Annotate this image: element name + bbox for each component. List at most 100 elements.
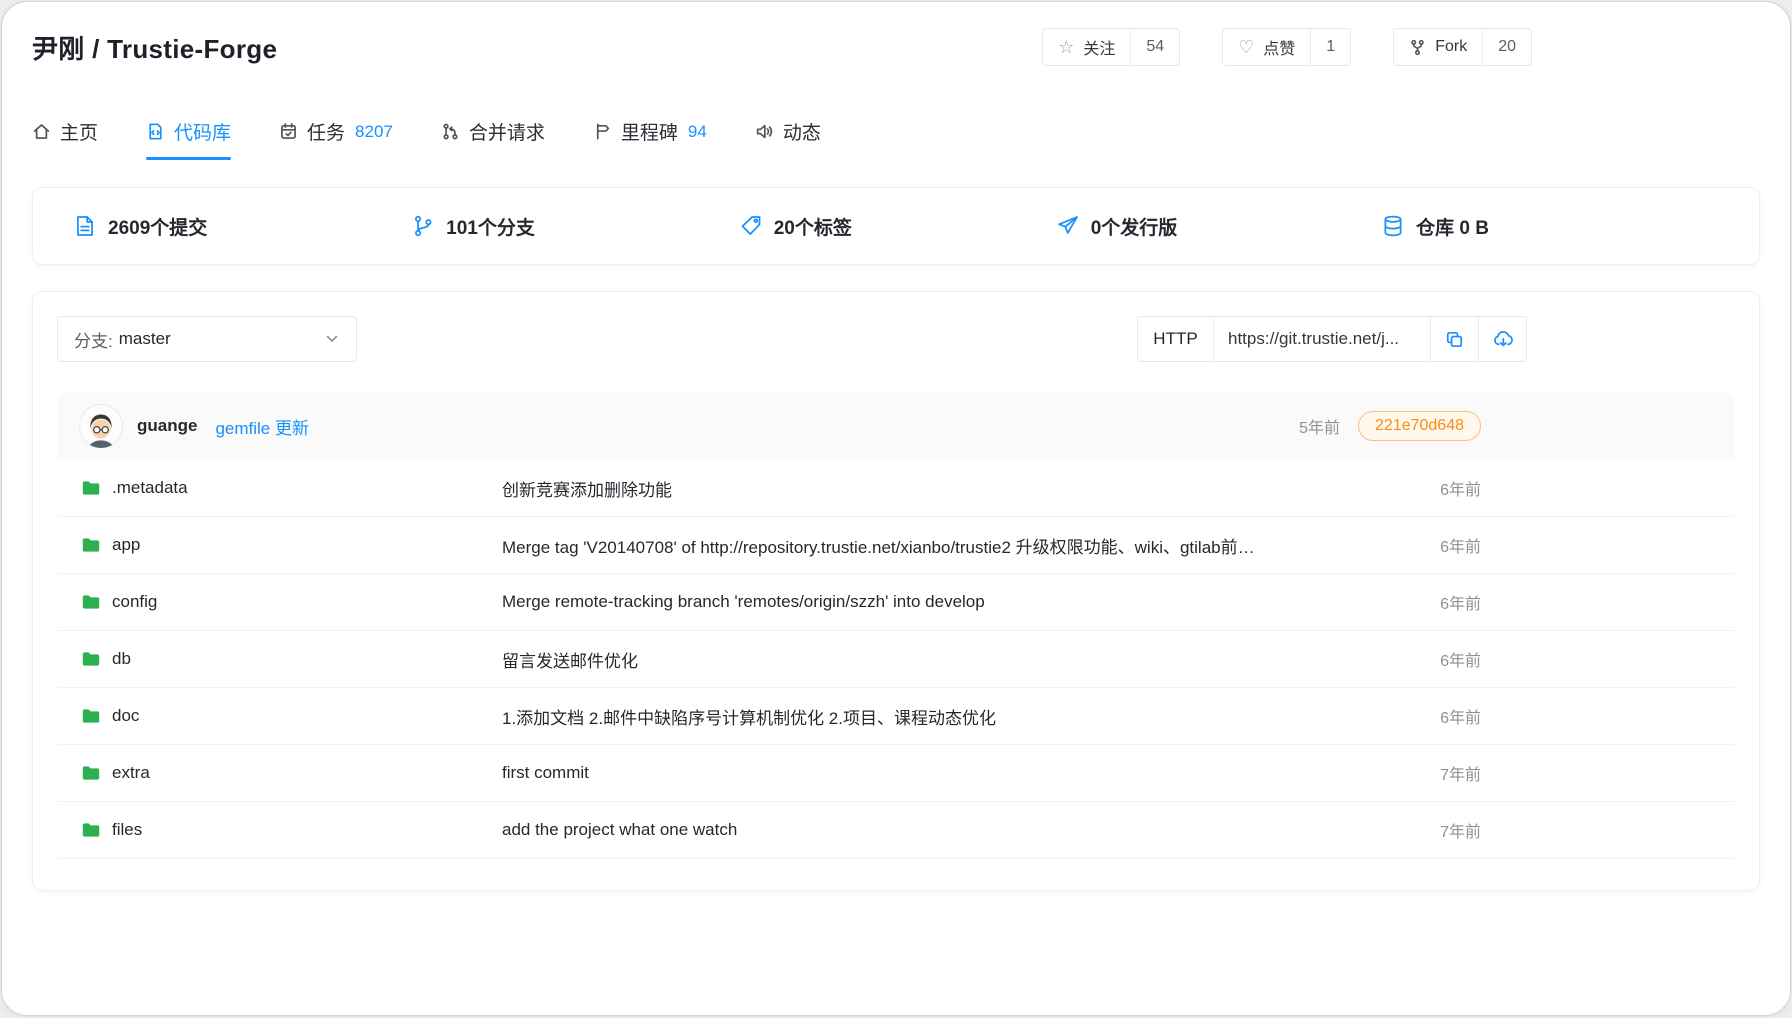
tab-tasks[interactable]: 任务 8207 <box>279 118 393 160</box>
download-button[interactable] <box>1478 317 1526 361</box>
tab-merge-requests[interactable]: 合并请求 <box>441 118 545 160</box>
milestone-icon <box>593 122 612 141</box>
tab-milestones-label: 里程碑 <box>621 118 678 145</box>
repo-icon <box>146 122 165 141</box>
stat-storage-label: 仓库 0 B <box>1416 213 1489 240</box>
tab-home-label: 主页 <box>60 118 98 145</box>
file-name[interactable]: .metadata <box>112 478 188 498</box>
stat-tags[interactable]: 20个标签 <box>739 213 852 240</box>
file-commit-time: 6年前 <box>1401 533 1481 557</box>
file-commit-time: 6年前 <box>1401 476 1481 500</box>
repo-toolbar: 分支: master HTTP https://git.trustie.net/… <box>57 316 1735 362</box>
milestones-count-badge: 94 <box>688 122 707 142</box>
file-commit-message[interactable]: Merge remote-tracking branch 'remotes/or… <box>502 592 1401 612</box>
commit-time: 5年前 <box>1299 414 1340 438</box>
folder-icon <box>81 763 101 783</box>
table-row: doc 1.添加文档 2.邮件中缺陷序号计算机制优化 2.项目、课程动态优化 6… <box>57 688 1735 745</box>
clone-url-field[interactable]: https://git.trustie.net/j... <box>1214 317 1430 361</box>
tab-code[interactable]: 代码库 <box>146 118 231 160</box>
star-icon: ☆ <box>1058 38 1074 56</box>
tags-icon <box>739 214 763 238</box>
watch-button[interactable]: ☆ 关注 54 <box>1042 28 1180 66</box>
cloud-download-icon <box>1492 328 1514 350</box>
clone-protocol-select[interactable]: HTTP <box>1138 317 1214 361</box>
file-commit-time: 6年前 <box>1401 590 1481 614</box>
branches-icon <box>411 214 435 238</box>
file-name[interactable]: db <box>112 649 131 669</box>
commit-hash-badge[interactable]: 221e70d648 <box>1358 411 1481 441</box>
commit-message-link[interactable]: gemfile 更新 <box>215 414 309 439</box>
stat-commits[interactable]: 2609个提交 <box>73 213 207 240</box>
tab-home[interactable]: 主页 <box>32 118 98 160</box>
page-title: 尹刚 / Trustie-Forge <box>32 29 277 66</box>
stat-tags-label: 20个标签 <box>774 213 852 240</box>
folder-icon <box>81 592 101 612</box>
stat-commits-label: 2609个提交 <box>108 213 207 240</box>
stat-releases-label: 0个发行版 <box>1091 213 1178 240</box>
file-name[interactable]: doc <box>112 706 139 726</box>
avatar[interactable] <box>79 404 123 448</box>
stat-branches-label: 101个分支 <box>446 213 535 240</box>
copy-icon <box>1444 329 1465 350</box>
storage-icon <box>1381 214 1405 238</box>
heart-icon: ♡ <box>1238 38 1254 56</box>
table-row: files add the project what one watch 7年前 <box>57 802 1735 859</box>
branch-value: master <box>119 329 171 349</box>
activity-icon <box>755 122 774 141</box>
repo-stats-bar: 2609个提交 101个分支 20个标签 0个发行版 仓库 0 B <box>32 187 1760 265</box>
table-row: .metadata 创新竞赛添加删除功能 6年前 <box>57 460 1735 517</box>
table-row: app Merge tag 'V20140708' of http://repo… <box>57 517 1735 574</box>
watch-label: 关注 <box>1083 35 1115 59</box>
table-row: db 留言发送邮件优化 6年前 <box>57 631 1735 688</box>
tab-milestones[interactable]: 里程碑 94 <box>593 118 707 160</box>
branch-label: 分支: <box>74 327 113 352</box>
file-commit-message[interactable]: 留言发送邮件优化 <box>502 647 1401 672</box>
file-name[interactable]: files <box>112 820 142 840</box>
clone-url-group: HTTP https://git.trustie.net/j... <box>1137 316 1527 362</box>
tasks-count-badge: 8207 <box>355 122 393 142</box>
tab-activity-label: 动态 <box>783 118 821 145</box>
folder-icon <box>81 478 101 498</box>
tab-activity[interactable]: 动态 <box>755 118 821 160</box>
fork-count[interactable]: 20 <box>1482 29 1531 65</box>
stat-releases[interactable]: 0个发行版 <box>1056 213 1178 240</box>
tab-tasks-label: 任务 <box>307 118 345 145</box>
commit-author[interactable]: guange <box>137 416 197 436</box>
repo-header: 尹刚 / Trustie-Forge ☆ 关注 54 ♡ 点赞 1 <box>2 2 1790 66</box>
watch-count[interactable]: 54 <box>1130 29 1179 65</box>
table-row: config Merge remote-tracking branch 'rem… <box>57 574 1735 631</box>
tab-merge-requests-label: 合并请求 <box>469 118 545 145</box>
file-commit-time: 7年前 <box>1401 761 1481 785</box>
fork-button[interactable]: Fork 20 <box>1393 28 1532 66</box>
folder-icon <box>81 649 101 669</box>
commits-icon <box>73 214 97 238</box>
file-commit-message[interactable]: 创新竞赛添加删除功能 <box>502 476 1401 501</box>
like-button[interactable]: ♡ 点赞 1 <box>1222 28 1351 66</box>
chevron-down-icon <box>324 331 340 347</box>
fork-icon <box>1409 39 1426 56</box>
file-name[interactable]: config <box>112 592 157 612</box>
branch-selector[interactable]: 分支: master <box>57 316 357 362</box>
folder-icon <box>81 820 101 840</box>
copy-url-button[interactable] <box>1430 317 1478 361</box>
file-commit-message[interactable]: add the project what one watch <box>502 820 1401 840</box>
stat-storage[interactable]: 仓库 0 B <box>1381 213 1489 240</box>
file-commit-time: 6年前 <box>1401 704 1481 728</box>
file-commit-message[interactable]: first commit <box>502 763 1401 783</box>
app-window: 尹刚 / Trustie-Forge ☆ 关注 54 ♡ 点赞 1 <box>1 1 1791 1016</box>
table-row: extra first commit 7年前 <box>57 745 1735 802</box>
stat-branches[interactable]: 101个分支 <box>411 213 535 240</box>
like-count[interactable]: 1 <box>1310 29 1350 65</box>
tab-code-label: 代码库 <box>174 118 231 145</box>
file-commit-time: 6年前 <box>1401 647 1481 671</box>
table-row-partial <box>57 859 1735 891</box>
file-name[interactable]: app <box>112 535 140 555</box>
releases-icon <box>1056 214 1080 238</box>
file-commit-message[interactable]: 1.添加文档 2.邮件中缺陷序号计算机制优化 2.项目、课程动态优化 <box>502 704 1401 729</box>
file-table: .metadata 创新竞赛添加删除功能 6年前 app Merge tag '… <box>57 460 1735 891</box>
file-commit-message[interactable]: Merge tag 'V20140708' of http://reposito… <box>502 533 1401 558</box>
folder-icon <box>81 535 101 555</box>
header-actions: ☆ 关注 54 ♡ 点赞 1 <box>1042 28 1532 66</box>
file-name[interactable]: extra <box>112 763 150 783</box>
like-label: 点赞 <box>1263 35 1295 59</box>
